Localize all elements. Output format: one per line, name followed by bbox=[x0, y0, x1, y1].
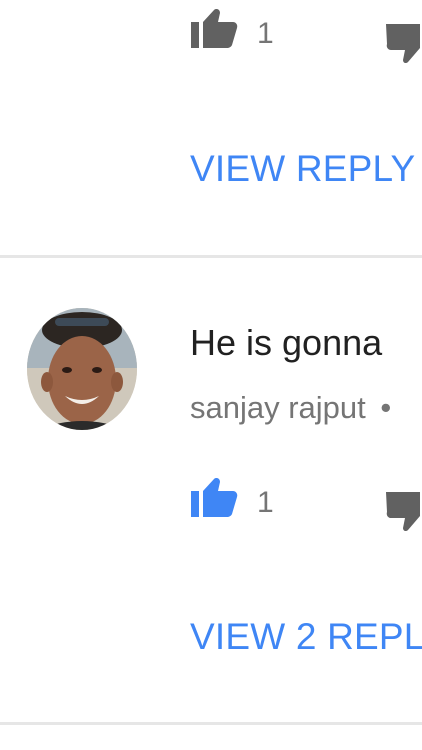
comment-text: He is gonna bbox=[190, 322, 383, 363]
thumb-up-icon bbox=[191, 9, 238, 48]
avatar[interactable] bbox=[27, 308, 137, 430]
view-replies-button[interactable]: VIEW 2 REPL bbox=[190, 618, 422, 655]
dislike-button[interactable] bbox=[386, 492, 422, 532]
dislike-button[interactable] bbox=[386, 24, 422, 64]
thumb-down-icon bbox=[386, 24, 420, 64]
view-replies-button[interactable]: VIEW REPLY bbox=[190, 150, 415, 187]
meta-separator: • bbox=[380, 390, 392, 425]
comment-meta: sanjay rajput • bbox=[190, 392, 391, 423]
thumb-down-icon bbox=[386, 492, 420, 532]
comment-author[interactable]: sanjay rajput bbox=[190, 390, 366, 425]
user-avatar-icon bbox=[27, 308, 137, 430]
like-button[interactable] bbox=[190, 474, 238, 518]
like-count: 1 bbox=[257, 486, 274, 519]
comment-divider bbox=[0, 255, 422, 258]
thumb-up-icon bbox=[191, 478, 238, 517]
like-count: 1 bbox=[257, 17, 274, 50]
comment-divider bbox=[0, 722, 422, 725]
like-button[interactable] bbox=[190, 5, 238, 49]
